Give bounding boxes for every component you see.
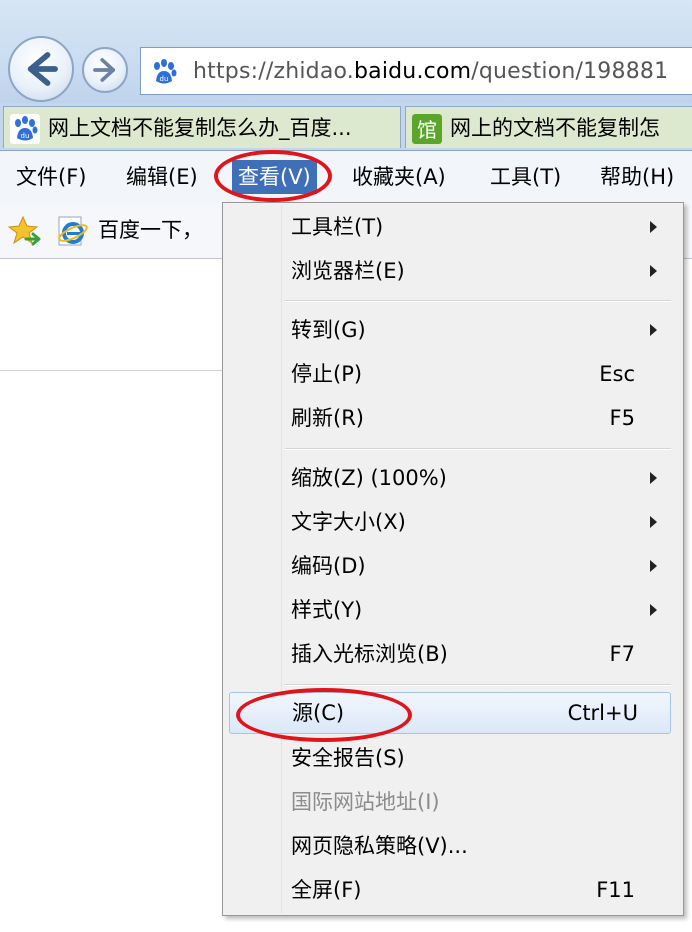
baidu-paw-icon: du [10, 114, 40, 144]
menu-item-shortcut: F7 [609, 642, 635, 666]
submenu-arrow-icon [650, 221, 657, 233]
menu-item-label: 网页隐私策略(V)... [291, 834, 468, 858]
menu-tools[interactable]: 工具(T) [490, 163, 561, 191]
forward-button[interactable] [82, 47, 128, 93]
menu-item-full-screen[interactable]: 全屏(F) F11 [223, 870, 683, 910]
menu-item-label: 转到(G) [291, 318, 366, 342]
menu-item-label: 插入光标浏览(B) [291, 642, 448, 666]
menu-item-international-address: 国际网站地址(I) [223, 782, 683, 822]
menu-item-label: 停止(P) [291, 362, 363, 386]
menu-separator [285, 300, 671, 302]
menu-item-label: 文字大小(X) [291, 510, 406, 534]
menu-item-text-size[interactable]: 文字大小(X) [223, 502, 683, 542]
menu-item-explorer-bars[interactable]: 浏览器栏(E) [223, 251, 683, 291]
menu-item-caret-browsing[interactable]: 插入光标浏览(B) F7 [223, 634, 683, 674]
menu-item-zoom[interactable]: 缩放(Z) (100%) [223, 458, 683, 498]
content-divider [0, 370, 230, 371]
menu-item-shortcut: Esc [599, 362, 635, 386]
svg-text:du: du [21, 132, 30, 140]
menu-item-stop[interactable]: 停止(P) Esc [223, 354, 683, 394]
menu-item-label: 全屏(F) [291, 878, 362, 902]
menu-item-shortcut: F5 [609, 406, 635, 430]
menu-separator [285, 684, 671, 686]
library-guan-icon: 馆 [412, 114, 442, 144]
menu-item-shortcut: F11 [596, 878, 635, 902]
menu-item-refresh[interactable]: 刷新(R) F5 [223, 398, 683, 438]
tab-baidu-question[interactable]: du 网上文档不能复制怎么办_百度... [3, 106, 401, 148]
forward-arrow-icon [93, 58, 116, 82]
menu-item-label: 样式(Y) [291, 598, 363, 622]
svg-text:馆: 馆 [417, 118, 437, 142]
baidu-paw-icon: du [149, 57, 179, 87]
browser-toolbar: du https://zhidao.baidu.com/question/198… [0, 0, 692, 104]
tab-label: 网上的文档不能复制怎 [450, 116, 660, 140]
menu-item-label: 编码(D) [291, 554, 366, 578]
menu-help[interactable]: 帮助(H) [600, 163, 674, 191]
tab-strip: du 网上文档不能复制怎么办_百度... 馆 网上的文档不能复制怎 [0, 103, 692, 151]
back-arrow-icon [27, 52, 58, 86]
menu-item-label: 浏览器栏(E) [291, 259, 405, 283]
annotation-circle-view-menu [214, 150, 332, 202]
menu-item-go-to[interactable]: 转到(G) [223, 310, 683, 350]
view-menu-dropdown: 工具栏(T) 浏览器栏(E) 转到(G) 停止(P) Esc 刷新(R) F5 … [222, 202, 684, 916]
submenu-arrow-icon [650, 265, 657, 277]
menu-bar: 文件(F) 编辑(E) 查看(V) 收藏夹(A) 工具(T) 帮助(H) [0, 151, 692, 203]
menu-item-style[interactable]: 样式(Y) [223, 590, 683, 630]
favorite-item-baidu[interactable]: 百度一下， [98, 215, 203, 245]
menu-item-privacy-policy[interactable]: 网页隐私策略(V)... [223, 826, 683, 866]
tab-label: 网上文档不能复制怎么办_百度... [48, 116, 352, 140]
menu-item-toolbars[interactable]: 工具栏(T) [223, 207, 683, 247]
menu-item-label: 刷新(R) [291, 406, 364, 430]
back-button[interactable] [8, 36, 74, 102]
url-path: /question/198881 [471, 59, 669, 84]
menu-edit[interactable]: 编辑(E) [126, 163, 198, 191]
submenu-arrow-icon [650, 604, 657, 616]
menu-file[interactable]: 文件(F) [16, 163, 86, 191]
menu-item-label: 国际网站地址(I) [291, 790, 440, 814]
submenu-arrow-icon [650, 324, 657, 336]
menu-favorites[interactable]: 收藏夹(A) [352, 163, 446, 191]
url-host: baidu.com [353, 59, 472, 84]
menu-item-label: 工具栏(T) [291, 215, 384, 239]
submenu-arrow-icon [650, 516, 657, 528]
menu-separator [285, 448, 671, 450]
annotation-circle-source-item [236, 688, 412, 742]
menu-item-encoding[interactable]: 编码(D) [223, 546, 683, 586]
favorites-star-icon[interactable] [8, 215, 42, 247]
ie-logo-icon [58, 216, 88, 246]
tab-library-doc[interactable]: 馆 网上的文档不能复制怎 [405, 106, 692, 148]
address-url: https://zhidao.baidu.com/question/198881 [193, 57, 668, 87]
svg-text:du: du [160, 75, 169, 83]
menu-item-security-report[interactable]: 安全报告(S) [223, 738, 683, 778]
menu-item-shortcut: Ctrl+U [567, 701, 638, 725]
url-scheme: https://zhidao. [193, 59, 354, 84]
menu-item-label: 缩放(Z) (100%) [291, 466, 447, 490]
menu-item-label: 安全报告(S) [291, 746, 405, 770]
submenu-arrow-icon [650, 472, 657, 484]
address-bar[interactable]: du https://zhidao.baidu.com/question/198… [140, 47, 692, 95]
submenu-arrow-icon [650, 560, 657, 572]
